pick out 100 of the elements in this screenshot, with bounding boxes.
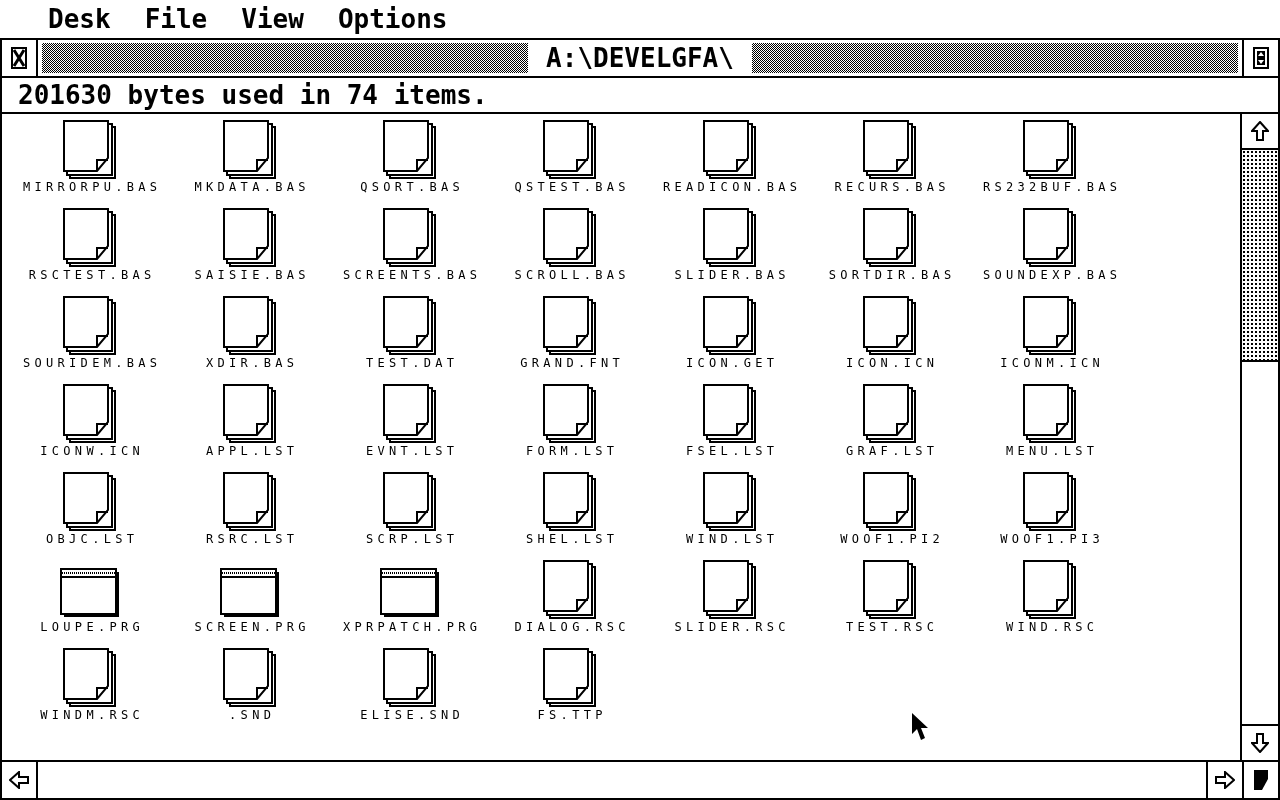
document-icon[interactable] [223, 648, 277, 708]
close-icon [11, 47, 27, 69]
document-icon[interactable] [703, 120, 757, 180]
file-name: SCROLL.BAS [514, 268, 630, 282]
document-icon[interactable] [863, 208, 917, 268]
file-name: SOUNDEXP.BAS [983, 268, 1122, 282]
document-icon[interactable] [63, 208, 117, 268]
file-name: RSCTEST.BAS [28, 268, 156, 282]
document-icon[interactable] [1023, 120, 1077, 180]
document-icon[interactable] [223, 208, 277, 268]
document-icon[interactable] [223, 296, 277, 356]
file-name: TEST.DAT [366, 356, 459, 370]
document-icon[interactable] [543, 648, 597, 708]
file-name: WINDM.RSC [40, 708, 144, 722]
document-icon[interactable] [1023, 472, 1077, 532]
document-icon[interactable] [703, 472, 757, 532]
file-name: EVNT.LST [366, 444, 459, 458]
file-name: QSORT.BAS [360, 180, 464, 194]
info-line: 201630 bytes used in 74 items. [18, 80, 488, 110]
file-name: MIRRORPU.BAS [23, 180, 162, 194]
document-icon[interactable] [383, 648, 437, 708]
document-icon[interactable] [703, 296, 757, 356]
document-icon[interactable] [63, 120, 117, 180]
file-name: GRAND.FNT [520, 356, 624, 370]
file-name: SCREENTS.BAS [343, 268, 482, 282]
document-icon[interactable] [543, 296, 597, 356]
file-name: FS.TTP [537, 708, 607, 722]
file-name: SCRP.LST [366, 532, 459, 546]
menu-item[interactable]: View [241, 4, 304, 34]
file-name: ELISE.SND [360, 708, 464, 722]
document-icon[interactable] [1023, 296, 1077, 356]
file-name: WOOF1.PI3 [1000, 532, 1104, 546]
document-icon[interactable] [703, 560, 757, 620]
file-name: RS232BUF.BAS [983, 180, 1122, 194]
document-icon[interactable] [863, 472, 917, 532]
title-bar[interactable]: A:\DEVELGFA\ [42, 43, 1238, 73]
program-window-icon[interactable] [60, 568, 120, 618]
file-name: GRAF.LST [846, 444, 939, 458]
document-icon[interactable] [63, 648, 117, 708]
document-icon[interactable] [543, 384, 597, 444]
file-name: MENU.LST [1006, 444, 1099, 458]
document-icon[interactable] [383, 120, 437, 180]
document-icon[interactable] [1023, 208, 1077, 268]
file-name: ICONW.ICN [40, 444, 144, 458]
left-arrow-icon [9, 771, 29, 789]
file-name: WOOF1.PI2 [840, 532, 944, 546]
document-icon[interactable] [383, 208, 437, 268]
document-icon[interactable] [543, 472, 597, 532]
mouse-pointer-icon [911, 712, 929, 742]
file-name: DIALOG.RSC [514, 620, 630, 634]
program-window-icon[interactable] [380, 568, 440, 618]
document-icon[interactable] [1023, 384, 1077, 444]
file-name: ICON.ICN [846, 356, 939, 370]
document-icon[interactable] [383, 296, 437, 356]
document-icon[interactable] [1023, 560, 1077, 620]
file-name: WIND.LST [686, 532, 779, 546]
file-name: SLIDER.RSC [674, 620, 790, 634]
document-icon[interactable] [223, 120, 277, 180]
document-icon[interactable] [223, 472, 277, 532]
fuller-icon [1253, 47, 1269, 69]
file-name: MKDATA.BAS [194, 180, 310, 194]
menu-item[interactable]: File [144, 4, 208, 34]
file-name: FORM.LST [526, 444, 619, 458]
document-icon[interactable] [383, 384, 437, 444]
file-name: SOURIDEM.BAS [23, 356, 162, 370]
up-arrow-icon [1251, 121, 1269, 141]
menu-item[interactable]: Desk [48, 4, 111, 34]
document-icon[interactable] [703, 384, 757, 444]
document-icon[interactable] [863, 560, 917, 620]
file-name: WIND.RSC [1006, 620, 1099, 634]
document-icon[interactable] [383, 472, 437, 532]
right-arrow-icon [1215, 771, 1235, 789]
document-icon[interactable] [63, 296, 117, 356]
file-name: RECURS.BAS [834, 180, 950, 194]
document-icon[interactable] [863, 384, 917, 444]
file-name: OBJC.LST [46, 532, 139, 546]
document-icon[interactable] [863, 296, 917, 356]
document-icon[interactable] [543, 120, 597, 180]
vertical-scroll-thumb[interactable] [1242, 150, 1278, 362]
window-title: A:\DEVELGFA\ [528, 43, 752, 73]
file-name: LOUPE.PRG [40, 620, 144, 634]
file-name: ICONM.ICN [1000, 356, 1104, 370]
document-icon[interactable] [223, 384, 277, 444]
program-window-icon[interactable] [220, 568, 280, 618]
document-icon[interactable] [63, 384, 117, 444]
file-name: QSTEST.BAS [514, 180, 630, 194]
document-icon[interactable] [703, 208, 757, 268]
file-name: READICON.BAS [663, 180, 802, 194]
file-name: ICON.GET [686, 356, 779, 370]
document-icon[interactable] [543, 208, 597, 268]
down-arrow-icon [1251, 733, 1269, 753]
file-name: SCREEN.PRG [194, 620, 310, 634]
menu-item[interactable]: Options [337, 4, 448, 34]
document-icon[interactable] [863, 120, 917, 180]
document-icon[interactable] [543, 560, 597, 620]
file-name: SLIDER.BAS [674, 268, 790, 282]
file-name: SHEL.LST [526, 532, 619, 546]
file-name: .SND [229, 708, 276, 722]
document-icon[interactable] [63, 472, 117, 532]
file-name: RSRC.LST [206, 532, 299, 546]
